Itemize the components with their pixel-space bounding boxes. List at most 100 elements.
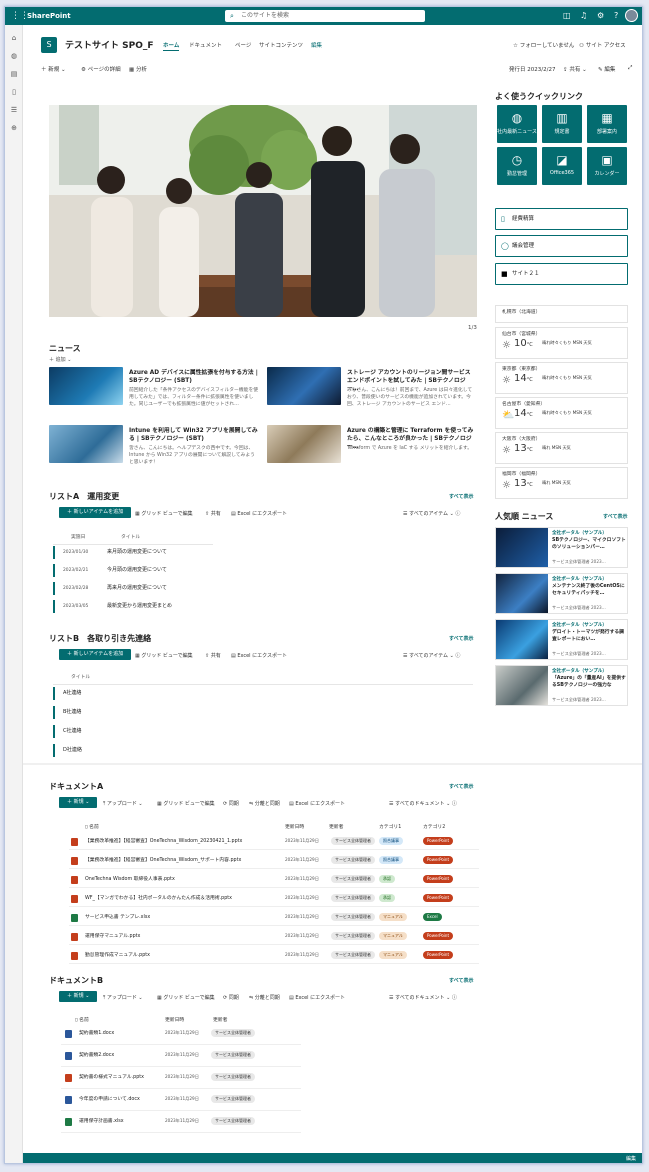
new-button[interactable]: ＋ 新規 ⌄ bbox=[41, 65, 66, 73]
nav-home[interactable]: ホーム bbox=[163, 41, 180, 51]
doc-b-view-select[interactable]: ☰ すべてのドキュメント ⌄ ⓘ bbox=[389, 994, 457, 1001]
quicklink-row[interactable]: ◯ 議会管理 bbox=[495, 235, 628, 257]
page-details-button[interactable]: ⚙ ページの詳細 bbox=[81, 65, 121, 73]
file-name[interactable]: 【業務改革推進】【経営審査】OneTechna_Wisdom_サポート内容.pp… bbox=[85, 856, 241, 863]
globe-icon[interactable]: ◍ bbox=[9, 51, 19, 61]
doc-b-new-button[interactable]: ＋ 新規 ⌄ bbox=[59, 991, 98, 1002]
list-b-export-button[interactable]: ▤ Excel にエクスポート bbox=[231, 652, 287, 659]
expand-icon[interactable]: ⤢ bbox=[628, 65, 632, 72]
doc-a-grid-button[interactable]: ▦ グリッド ビューで編集 bbox=[157, 800, 215, 807]
news-thumb[interactable] bbox=[267, 367, 341, 405]
news-icon[interactable]: ▤ bbox=[9, 69, 19, 79]
table-row[interactable]: 運用保守マニュアル.pptx 2023年11月29日 サービス全体管理者 マニュアル P… bbox=[69, 928, 479, 945]
popular-card[interactable]: 全社ポータル（サンプル） SBテクノロジー、マイクロソフトのソリューションパー… サ… bbox=[495, 527, 628, 568]
app-launcher-icon[interactable]: ⋮⋮ bbox=[11, 11, 29, 21]
list-row[interactable]: A社連絡 bbox=[53, 687, 193, 700]
doc-a-see-all[interactable]: すべて表示 bbox=[449, 783, 473, 790]
list-row[interactable]: 2023/03/05 最新変更から運用変更まとめ bbox=[53, 600, 213, 613]
doc-b-see-all[interactable]: すべて表示 bbox=[449, 977, 473, 984]
list-row[interactable]: B社連絡 bbox=[53, 706, 193, 719]
quicklink-row[interactable]: ■ サイト２１ bbox=[495, 263, 628, 285]
table-row[interactable]: 【業務改革推進】【経営審査】OneTechna_Wisdom_20230421_… bbox=[69, 833, 479, 850]
weather-card[interactable]: 札幌市（北海道） bbox=[495, 305, 628, 323]
doc-a-col-modified-by[interactable]: 更新者 bbox=[329, 823, 343, 830]
weather-card[interactable]: 仙台市（宮城県） ☼ 10°C 晴れ時々くもり MSN 天気 bbox=[495, 327, 628, 359]
file-icon[interactable]: ▯ bbox=[9, 87, 19, 97]
file-name[interactable]: 今年度の申請について.docx bbox=[79, 1095, 159, 1102]
quicklink-tile[interactable]: ◍ 社内最新ニュース bbox=[497, 105, 537, 143]
list-row[interactable]: C社連絡 bbox=[53, 725, 193, 738]
doc-a-new-button[interactable]: ＋ 新規 ⌄ bbox=[59, 797, 98, 808]
news-thumb[interactable] bbox=[267, 425, 341, 463]
quicklink-row[interactable]: ▯ 経費精算 bbox=[495, 208, 628, 230]
modified-by-badge[interactable]: サービス全体管理者 bbox=[331, 913, 375, 921]
avatar[interactable] bbox=[625, 9, 638, 22]
table-row[interactable]: 契約書の様式マニュアル.pptx 2023年11月29日 サービス全体管理者 bbox=[61, 1069, 301, 1089]
modified-by-badge[interactable]: サービス全体管理者 bbox=[331, 932, 375, 940]
doc-b-col-name[interactable]: ▯ 名前 bbox=[75, 1016, 89, 1023]
nav-pages[interactable]: ページ bbox=[235, 41, 251, 49]
notification-icon[interactable]: ♫ bbox=[580, 10, 587, 22]
doc-a-col-name[interactable]: ▯ 名前 bbox=[85, 823, 99, 830]
table-row[interactable]: 契約書類1.docx 2023年11月29日 サービス全体管理者 bbox=[61, 1025, 301, 1045]
file-name[interactable]: 運用保守マニュアル.pptx bbox=[85, 932, 140, 939]
modified-by-badge[interactable]: サービス全体管理者 bbox=[211, 1073, 255, 1081]
modified-by-badge[interactable]: サービス全体管理者 bbox=[331, 875, 375, 883]
nav-edit[interactable]: 編集 bbox=[311, 41, 322, 49]
site-access-button[interactable]: ⚇ サイト アクセス bbox=[579, 41, 626, 49]
quicklink-tile[interactable]: ▥ 規定書 bbox=[542, 105, 582, 143]
help-icon[interactable]: ? bbox=[614, 10, 618, 22]
brand-label[interactable]: SharePoint bbox=[27, 10, 71, 22]
list-b-see-all[interactable]: すべて表示 bbox=[449, 635, 473, 642]
hero-image[interactable] bbox=[49, 105, 477, 317]
table-row[interactable]: 契約書類2.docx 2023年11月29日 サービス全体管理者 bbox=[61, 1047, 301, 1067]
share-button[interactable]: ⇪ 共有 ⌄ bbox=[563, 65, 587, 73]
weather-card[interactable]: 大阪市（大阪府） ☼ 13°C 晴れ MSN 天気 bbox=[495, 432, 628, 464]
modified-by-badge[interactable]: サービス全体管理者 bbox=[331, 894, 375, 902]
quicklink-tile[interactable]: ▦ 部署案内 bbox=[587, 105, 627, 143]
list-b-grid-button[interactable]: ▦ グリッド ビューで編集 bbox=[135, 652, 193, 659]
doc-b-export-button[interactable]: ▤ Excel にエクスポート bbox=[289, 994, 345, 1001]
file-name[interactable]: 契約書類2.docx bbox=[79, 1051, 159, 1058]
doc-a-col-category1[interactable]: カテゴリ1 bbox=[379, 823, 401, 830]
modified-by-badge[interactable]: サービス全体管理者 bbox=[211, 1095, 255, 1103]
list-a-export-button[interactable]: ▤ Excel にエクスポート bbox=[231, 510, 287, 517]
modified-by-badge[interactable]: サービス全体管理者 bbox=[331, 951, 375, 959]
file-name[interactable]: サービス申込書 テンプレ.xlsx bbox=[85, 913, 150, 920]
doc-b-upload-button[interactable]: ⤒ アップロード ⌄ bbox=[103, 994, 143, 1001]
file-name[interactable]: 契約書類1.docx bbox=[79, 1029, 159, 1036]
search-input[interactable]: ⌕ このサイトを検索 bbox=[225, 10, 425, 22]
table-row[interactable]: OneTechna Wisdom 取締役人事表.pptx 2023年11月29日 サ… bbox=[69, 871, 479, 888]
table-row[interactable]: WF_【マンガでわかる】社内ポータルのかんたん作成＆活用術.pptx 2023年1… bbox=[69, 890, 479, 907]
list-row[interactable]: D社連絡 bbox=[53, 744, 193, 757]
table-row[interactable]: サービス申込書 テンプレ.xlsx 2023年11月29日 サービス全体管理者 マニュ… bbox=[69, 909, 479, 926]
list-b-col-title[interactable]: タイトル bbox=[71, 673, 90, 680]
follow-button[interactable]: ☆ フォローしていません bbox=[513, 41, 574, 49]
file-name[interactable]: WF_【マンガでわかる】社内ポータルのかんたん作成＆活用術.pptx bbox=[85, 894, 232, 901]
doc-b-grid-button[interactable]: ▦ グリッド ビューで編集 bbox=[157, 994, 215, 1001]
file-name[interactable]: 【業務改革推進】【経営審査】OneTechna_Wisdom_20230421_… bbox=[85, 837, 242, 844]
modified-by-badge[interactable]: サービス全体管理者 bbox=[211, 1117, 255, 1125]
table-row[interactable]: 【業務改革推進】【経営審査】OneTechna_Wisdom_サポート内容.pp… bbox=[69, 852, 479, 869]
site-logo[interactable]: S bbox=[41, 37, 57, 53]
list-row[interactable]: 2023/01/30 来月頭の運用変更について bbox=[53, 546, 213, 559]
list-a-col-date[interactable]: 実施日 bbox=[71, 533, 85, 540]
file-name[interactable]: OneTechna Wisdom 取締役人事表.pptx bbox=[85, 875, 175, 882]
doc-b-col-modified[interactable]: 更新日時 bbox=[165, 1016, 184, 1023]
popular-card[interactable]: 全社ポータル（サンプル） 「Azure」の「量産AI」を提供するSBテクノロジーの… bbox=[495, 665, 628, 706]
news-thumb[interactable] bbox=[49, 367, 123, 405]
list-a-view-select[interactable]: ☰ すべてのアイテム ⌄ ⓘ bbox=[403, 510, 460, 517]
popular-see-all[interactable]: すべて表示 bbox=[603, 513, 627, 520]
news-add-button[interactable]: ＋ 追加 ⌄ bbox=[49, 356, 71, 363]
list-a-see-all[interactable]: すべて表示 bbox=[449, 493, 473, 500]
doc-b-col-modified-by[interactable]: 更新者 bbox=[213, 1016, 227, 1023]
table-row[interactable]: 運用保守計画書.xlsx 2023年11月29日 サービス全体管理者 bbox=[61, 1113, 301, 1133]
doc-a-view-select[interactable]: ☰ すべてのドキュメント ⌄ ⓘ bbox=[389, 800, 457, 807]
list-icon[interactable]: ☰ bbox=[9, 105, 19, 115]
doc-a-col-modified[interactable]: 更新日時 bbox=[285, 823, 304, 830]
file-name[interactable]: 勤怠管理作成マニュアル.pptx bbox=[85, 951, 150, 958]
nav-documents[interactable]: ドキュメント bbox=[189, 41, 222, 49]
doc-a-export-button[interactable]: ▤ Excel にエクスポート bbox=[289, 800, 345, 807]
news-headline[interactable]: Intune を利用して Win32 アプリを展開してみる | SBテクノロジー… bbox=[129, 427, 259, 443]
modified-by-badge[interactable]: サービス全体管理者 bbox=[211, 1051, 255, 1059]
